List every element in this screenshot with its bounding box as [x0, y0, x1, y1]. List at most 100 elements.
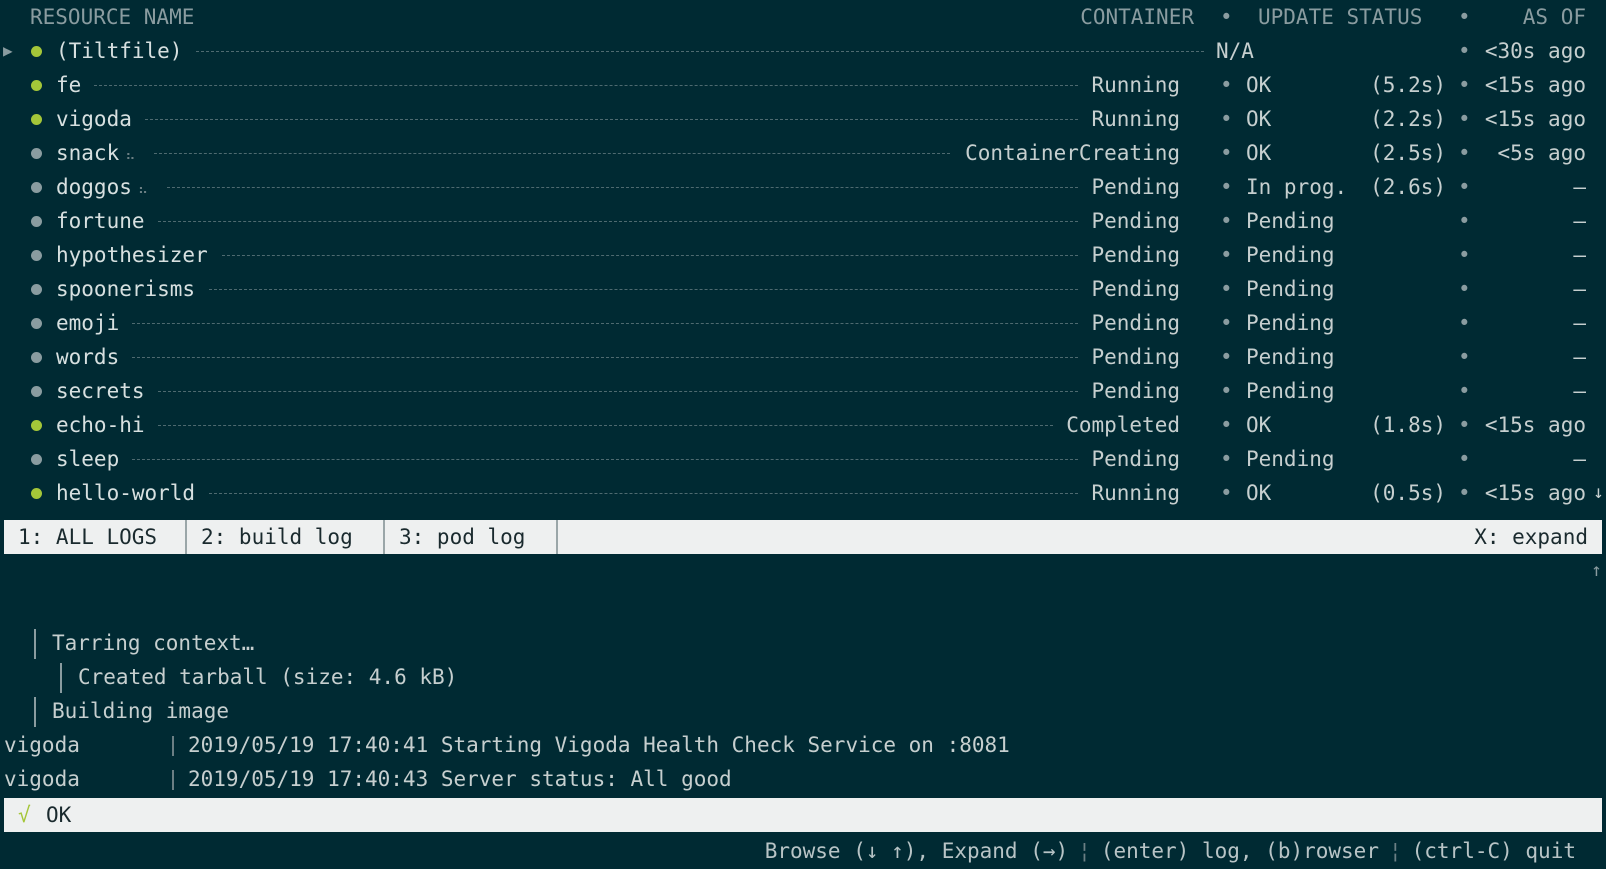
log-message: 2019/05/19 17:40:41 Starting Vigoda Heal…: [188, 733, 1010, 757]
dashed-leader: [154, 153, 951, 154]
shortcut-log: (enter) log, (b)rowser: [1100, 839, 1379, 863]
resource-name[interactable]: hello-world: [56, 476, 195, 510]
column-separator: •: [1458, 73, 1471, 97]
resource-name[interactable]: hypothesizer: [56, 238, 208, 272]
container-status: Running: [1091, 73, 1180, 97]
resource-name[interactable]: sleep: [56, 442, 119, 476]
resource-name[interactable]: (Tiltfile): [56, 34, 182, 68]
column-separator: •: [1220, 447, 1233, 471]
resource-name-text: secrets: [56, 379, 145, 403]
column-separator: •: [1458, 379, 1471, 403]
resource-row[interactable]: ▶ (Tiltfile) N/A • <30s ago: [0, 34, 1606, 68]
status-dot-icon: [31, 454, 42, 465]
log-line: Created tarball (size: 4.6 kB): [60, 660, 457, 694]
expand-shortcut[interactable]: X: expand: [1474, 520, 1588, 554]
update-duration: (2.6s): [1370, 175, 1446, 199]
resource-row[interactable]: hello-world Running • OK (0.5s) • <15s ago ↓: [0, 476, 1606, 510]
column-separator: •: [1220, 379, 1233, 403]
as-of-time: –: [1573, 277, 1586, 301]
scroll-down-icon[interactable]: ↓: [1593, 476, 1604, 510]
resource-name-text: sleep: [56, 447, 120, 471]
container-status: Pending: [1091, 379, 1180, 403]
resource-name[interactable]: snack ⠦: [56, 136, 135, 173]
resource-row[interactable]: sleep Pending • Pending • –: [0, 442, 1606, 476]
expand-arrow-icon[interactable]: ▶: [3, 34, 13, 68]
pod-log-line: vigoda 2019/05/19 17:40:43 Server status…: [0, 762, 1600, 796]
spinner-icon: ⠦: [125, 148, 136, 164]
header-update-status: UPDATE STATUS: [1258, 5, 1423, 29]
update-status: N/A: [1216, 39, 1254, 63]
resource-name-text: words: [56, 345, 120, 369]
resource-name-text: fortune: [56, 209, 145, 233]
update-status: Pending: [1246, 379, 1335, 403]
container-status: Pending: [1091, 311, 1180, 335]
resource-row[interactable]: echo-hi Completed • OK (1.8s) • <15s ago: [0, 408, 1606, 442]
dashed-leader: [157, 391, 1079, 392]
status-bar: √ OK: [4, 798, 1602, 832]
log-message: 2019/05/19 17:40:43 Server status: All g…: [188, 767, 732, 791]
resource-name[interactable]: words: [56, 340, 119, 374]
resource-row[interactable]: words Pending • Pending • –: [0, 340, 1606, 374]
header-separator: •: [1458, 5, 1471, 29]
header-as-of: AS OF: [1522, 5, 1586, 29]
resource-name[interactable]: fe: [56, 68, 81, 102]
log-line: Tarring context…: [34, 626, 254, 660]
resource-row[interactable]: emoji Pending • Pending • –: [0, 306, 1606, 340]
resource-name[interactable]: spoonerisms: [56, 272, 195, 306]
status-dot-icon: [31, 182, 42, 193]
column-separator: •: [1220, 141, 1233, 165]
column-separator: •: [1220, 311, 1233, 335]
as-of-time: <15s ago: [1484, 413, 1586, 437]
shortcut-separator: ¦: [1078, 839, 1091, 863]
header-separator: •: [1220, 5, 1233, 29]
status-dot-icon: [31, 386, 42, 397]
status-dot-icon: [31, 488, 42, 499]
column-separator: •: [1220, 481, 1233, 505]
as-of-time: <30s ago: [1484, 39, 1586, 63]
resource-row[interactable]: spoonerisms Pending • Pending • –: [0, 272, 1606, 306]
resource-row[interactable]: snack ⠦ ContainerCreating • OK (2.5s) • <5s ago: [0, 136, 1606, 170]
log-divider: [172, 770, 174, 790]
resource-table-header: RESOURCE NAME CONTAINER • UPDATE STATUS …: [0, 0, 1606, 34]
as-of-time: <15s ago: [1484, 107, 1586, 131]
dashed-leader: [144, 119, 1079, 120]
resource-row[interactable]: fe Running • OK (5.2s) • <15s ago: [0, 68, 1606, 102]
column-separator: •: [1220, 209, 1233, 233]
resource-name[interactable]: secrets: [56, 374, 145, 408]
update-status: Pending: [1246, 345, 1335, 369]
dashed-leader: [208, 289, 1079, 290]
resource-name[interactable]: doggos ⠦: [56, 170, 148, 207]
as-of-time: –: [1573, 379, 1586, 403]
as-of-time: –: [1573, 243, 1586, 267]
container-status: Pending: [1091, 277, 1180, 301]
resource-row[interactable]: doggos ⠦ Pending • In prog. (2.6s) • –: [0, 170, 1606, 204]
log-divider: [172, 736, 174, 756]
resource-row[interactable]: secrets Pending • Pending • –: [0, 374, 1606, 408]
resource-name-text: spoonerisms: [56, 277, 196, 301]
tab-all-logs[interactable]: 1: ALL LOGS: [4, 520, 187, 554]
resource-name[interactable]: emoji: [56, 306, 119, 340]
resource-name[interactable]: echo-hi: [56, 408, 145, 442]
as-of-time: –: [1573, 209, 1586, 233]
spinner-icon: ⠦: [137, 182, 149, 198]
container-status: Pending: [1091, 209, 1180, 233]
resource-row[interactable]: vigoda Running • OK (2.2s) • <15s ago: [0, 102, 1606, 136]
tab-pod-log[interactable]: 3: pod log: [385, 520, 558, 554]
column-separator: •: [1458, 175, 1471, 199]
resource-name[interactable]: vigoda: [56, 102, 132, 136]
resource-row[interactable]: hypothesizer Pending • Pending • –: [0, 238, 1606, 272]
status-dot-icon: [31, 216, 42, 227]
container-status: Running: [1091, 481, 1180, 505]
column-separator: •: [1220, 277, 1233, 301]
resource-row[interactable]: fortune Pending • Pending • –: [0, 204, 1606, 238]
column-separator: •: [1220, 175, 1233, 199]
update-duration: (1.8s): [1370, 413, 1446, 437]
scroll-up-icon[interactable]: ↑: [1591, 560, 1602, 581]
pod-log-line: vigoda 2019/05/19 17:40:41 Starting Vigo…: [0, 728, 1600, 762]
dashed-leader: [132, 357, 1079, 358]
log-text: Tarring context…: [52, 631, 255, 655]
indent-bar: [34, 629, 36, 659]
tab-build-log[interactable]: 2: build log: [187, 520, 385, 554]
resource-name-text: echo-hi: [56, 413, 145, 437]
resource-name[interactable]: fortune: [56, 204, 145, 238]
